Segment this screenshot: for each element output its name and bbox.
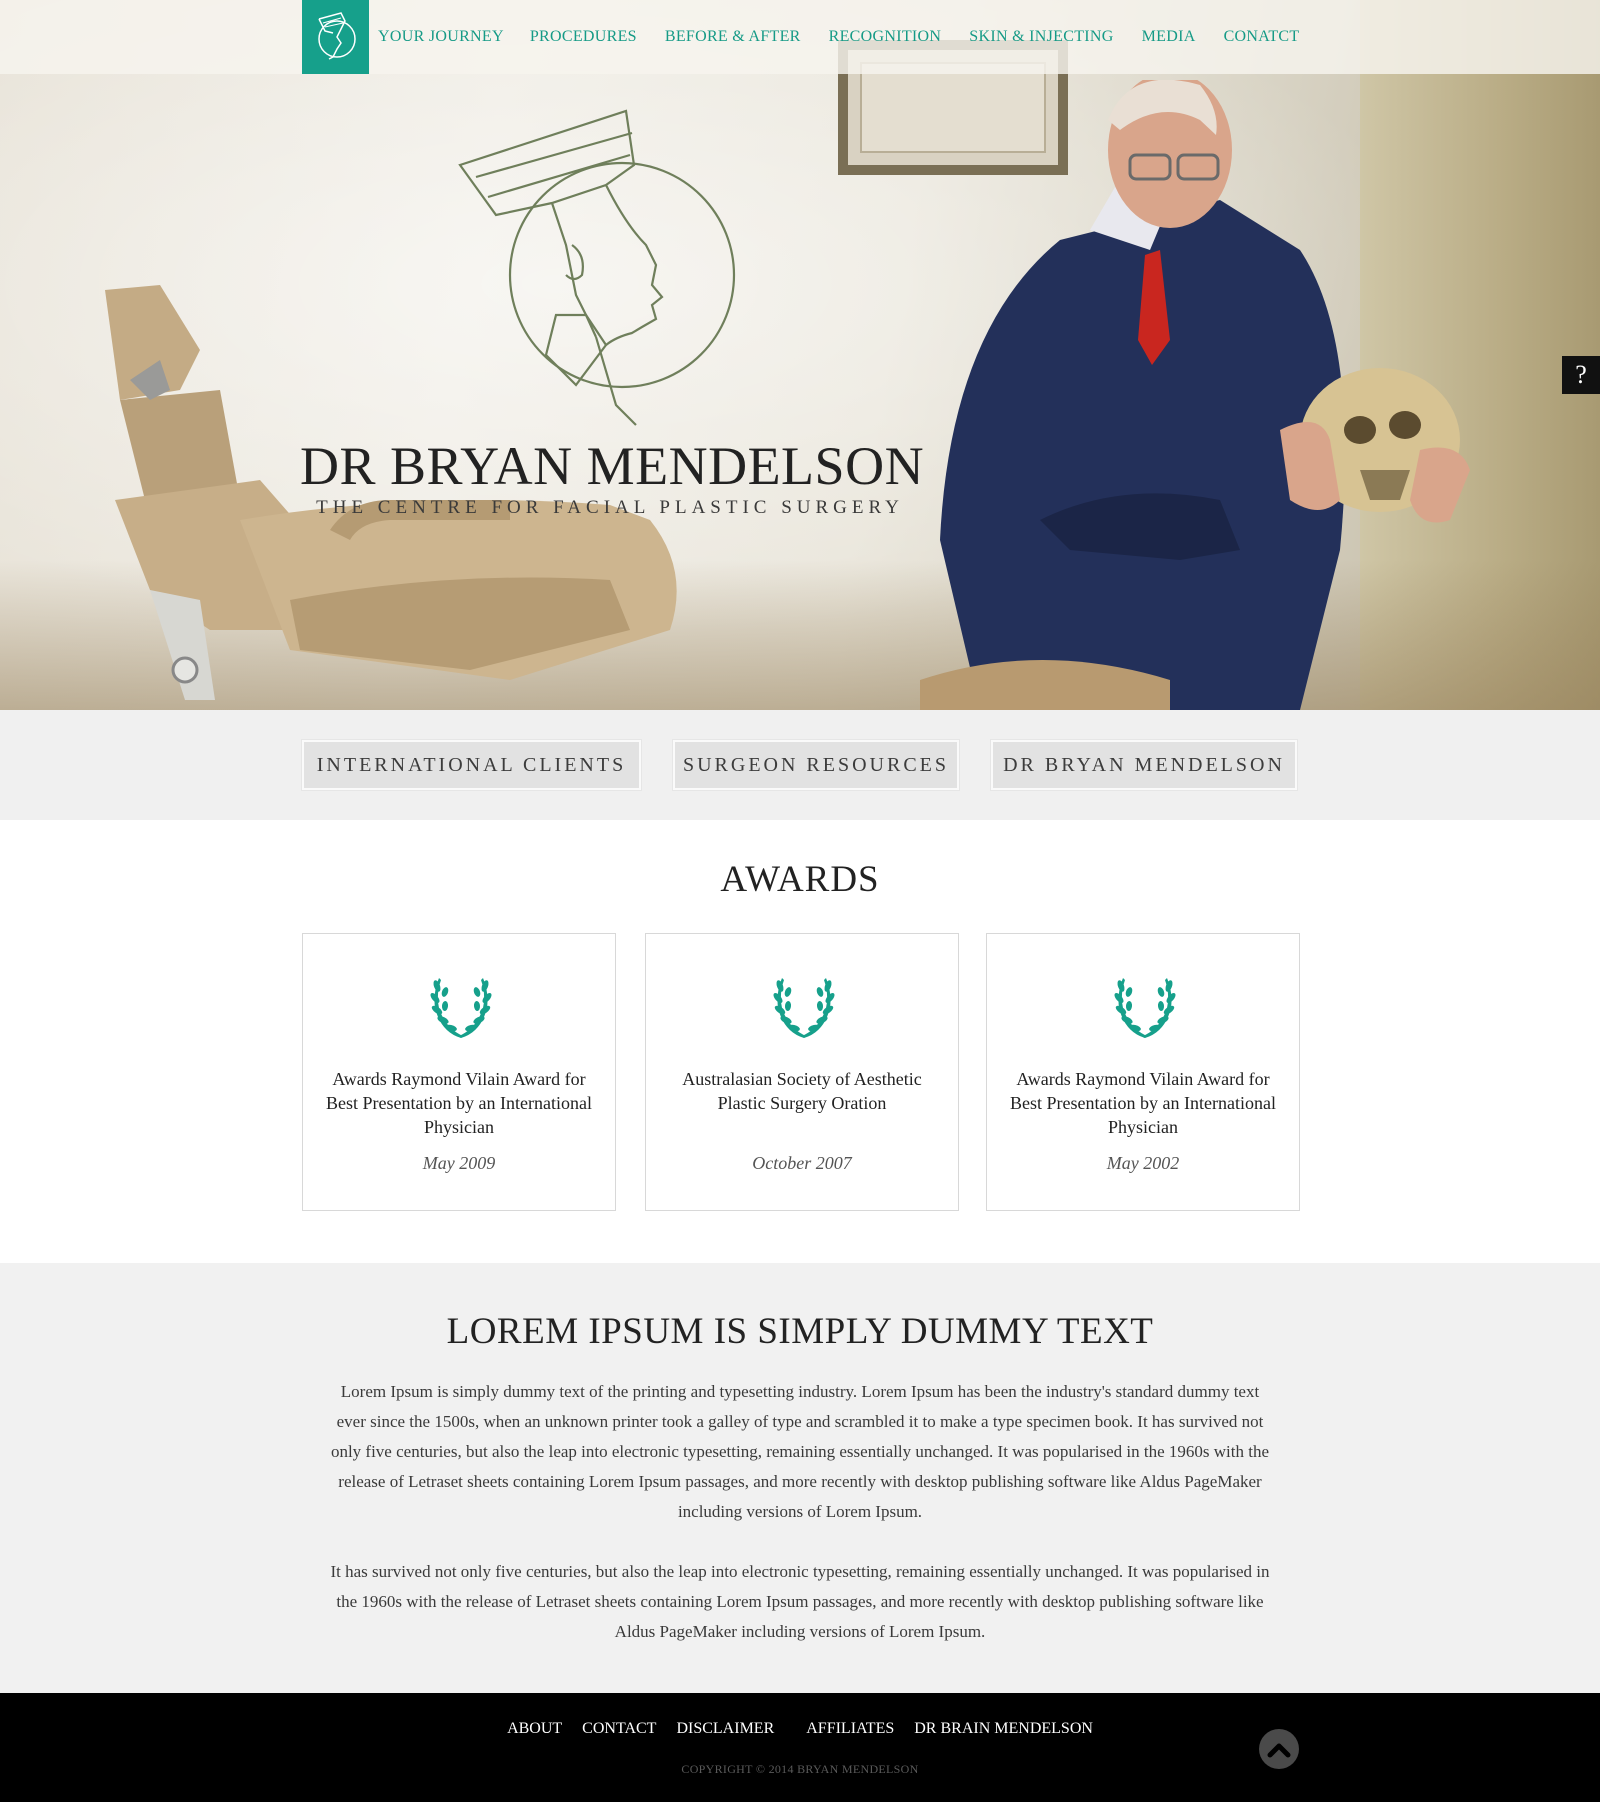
nav-recognition[interactable]: Recognition bbox=[829, 28, 942, 46]
award-name: Awards Raymond Vilain Award for Best Pre… bbox=[326, 1069, 592, 1137]
lorem-paragraph: Lorem Ipsum is simply dummy text of the … bbox=[330, 1382, 1270, 1521]
award-card: Awards Raymond Vilain Award for Best Pre… bbox=[302, 933, 616, 1211]
hero-subtitle: THE CENTRE FOR FACIAL PLASTIC SURGERY bbox=[316, 497, 904, 518]
nav-before-after[interactable]: Before & After bbox=[665, 28, 801, 46]
nefertiti-emblem-icon bbox=[458, 109, 736, 426]
award-date: October 2007 bbox=[752, 1153, 852, 1173]
dr-bryan-mendelson-button[interactable]: Dr Bryan Mendelson bbox=[990, 739, 1298, 791]
award-card: Awards Raymond Vilain Award for Best Pre… bbox=[986, 933, 1300, 1211]
laurel-icon bbox=[430, 978, 492, 1038]
nav-procedures[interactable]: Procedures bbox=[530, 28, 637, 46]
back-to-top-button[interactable] bbox=[1259, 1729, 1299, 1769]
footer-link-disclaimer[interactable]: Disclaimer bbox=[676, 1720, 774, 1737]
laurel-icon bbox=[1114, 978, 1176, 1038]
footer-nav: About Contact Disclaimer Affiliates Dr B… bbox=[0, 1720, 1600, 1738]
hero-banner bbox=[0, 0, 1600, 710]
laurel-icon bbox=[773, 978, 835, 1038]
top-navigation: Your Journey Procedures Before & After R… bbox=[0, 0, 1600, 74]
awards-heading: AWARDS bbox=[720, 859, 880, 900]
nav-your-journey[interactable]: Your Journey bbox=[378, 28, 504, 46]
hero-title: DR BRYAN MENDELSON bbox=[300, 436, 925, 496]
award-card: Australasian Society of Aesthetic Plasti… bbox=[645, 933, 959, 1211]
footer-link-about[interactable]: About bbox=[507, 1720, 562, 1737]
home-logo[interactable] bbox=[302, 0, 369, 74]
help-tab-button[interactable]: ? bbox=[1562, 356, 1600, 394]
footer: About Contact Disclaimer Affiliates Dr B… bbox=[0, 1693, 1600, 1802]
main-menu: Your Journey Procedures Before & After R… bbox=[378, 28, 1299, 46]
footer-link-dr-mendelson[interactable]: Dr Brain Mendelson bbox=[914, 1720, 1093, 1737]
international-clients-button[interactable]: International Clients bbox=[301, 739, 642, 791]
nav-contact[interactable]: Conatct bbox=[1224, 28, 1300, 46]
nefertiti-icon bbox=[317, 12, 356, 60]
award-date: May 2002 bbox=[1106, 1153, 1180, 1173]
copyright-text: COPYRIGHT © 2014 BRYAN MENDELSON bbox=[681, 1762, 919, 1776]
lorem-paragraph: It has survived not only five centuries,… bbox=[330, 1562, 1270, 1641]
nav-skin-injecting[interactable]: Skin & Injecting bbox=[969, 28, 1113, 46]
award-name: Australasian Society of Aesthetic Plasti… bbox=[682, 1069, 922, 1113]
lorem-heading: LOREM IPSUM IS SIMPLY DUMMY TEXT bbox=[446, 1311, 1154, 1352]
nav-media[interactable]: Media bbox=[1142, 28, 1196, 46]
surgeon-resources-button[interactable]: Surgeon Resources bbox=[672, 739, 960, 791]
chevron-up-icon bbox=[1267, 1743, 1291, 1758]
surgeon-portrait-image bbox=[920, 80, 1470, 710]
footer-link-affiliates[interactable]: Affiliates bbox=[806, 1720, 894, 1737]
award-date: May 2009 bbox=[422, 1153, 496, 1173]
footer-link-contact[interactable]: Contact bbox=[582, 1720, 656, 1737]
award-name: Awards Raymond Vilain Award for Best Pre… bbox=[1010, 1069, 1276, 1137]
lorem-section: LOREM IPSUM IS SIMPLY DUMMY TEXT Lorem I… bbox=[0, 1263, 1600, 1693]
quick-links-band: International Clients Surgeon Resources … bbox=[0, 710, 1600, 820]
